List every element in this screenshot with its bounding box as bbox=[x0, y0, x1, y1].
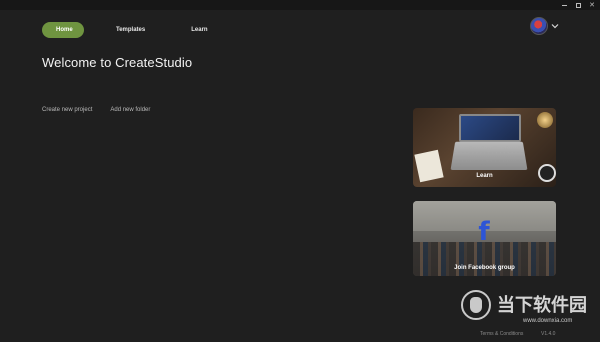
title-bar: ✕ bbox=[0, 0, 600, 10]
watermark: 当下软件园 www.downxia.com bbox=[461, 288, 593, 334]
laptop-image bbox=[459, 114, 521, 142]
chevron-down-icon[interactable] bbox=[551, 22, 559, 30]
project-actions: Create new project Add new folder bbox=[42, 107, 150, 113]
watermark-text: 当下软件园 bbox=[497, 295, 587, 315]
watermark-logo-icon bbox=[461, 290, 491, 320]
learn-card-label: Learn bbox=[476, 173, 493, 179]
laptop-keyboard-image bbox=[450, 141, 528, 171]
facebook-card-label: Join Facebook group bbox=[454, 265, 515, 271]
avatar[interactable] bbox=[530, 17, 548, 35]
watermark-url: www.downxia.com bbox=[523, 318, 573, 324]
top-navigation: Home Templates Learn bbox=[42, 22, 222, 38]
page-title: Welcome to CreateStudio bbox=[42, 55, 193, 70]
minimize-icon[interactable] bbox=[560, 1, 568, 9]
maximize-icon[interactable] bbox=[574, 1, 582, 9]
learn-card[interactable]: Learn bbox=[413, 108, 556, 187]
lamp-image bbox=[537, 112, 553, 128]
facebook-icon: f bbox=[478, 217, 490, 247]
facebook-group-card[interactable]: f Join Facebook group bbox=[413, 201, 556, 276]
tab-learn[interactable]: Learn bbox=[177, 22, 221, 38]
user-menu[interactable] bbox=[530, 17, 559, 35]
create-new-project-link[interactable]: Create new project bbox=[42, 107, 92, 113]
close-icon[interactable]: ✕ bbox=[588, 1, 596, 9]
window-controls: ✕ bbox=[560, 0, 596, 10]
add-new-folder-link[interactable]: Add new folder bbox=[110, 107, 150, 113]
tab-home[interactable]: Home bbox=[42, 22, 84, 38]
tab-templates[interactable]: Templates bbox=[102, 22, 159, 38]
